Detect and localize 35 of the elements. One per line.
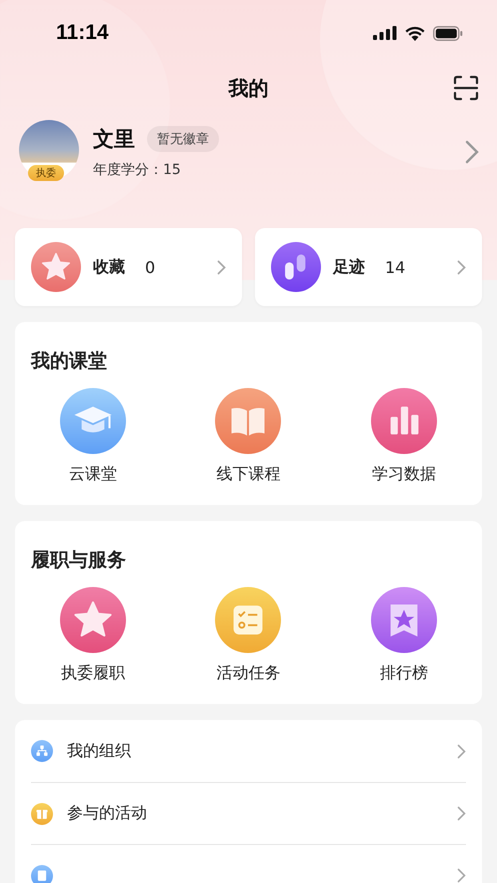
scan-button[interactable]: [453, 75, 479, 101]
feature-button[interactable]: 活动任务: [170, 587, 326, 684]
page-title: 我的: [228, 74, 268, 102]
chevron-right-icon: [457, 868, 466, 883]
gift-icon: [31, 802, 53, 824]
menu-item[interactable]: 参与的活动: [31, 782, 466, 844]
chevron-right-icon: [217, 260, 226, 274]
hierarchy-icon: [31, 740, 53, 762]
checklist-icon: [215, 587, 282, 653]
battery-icon: [433, 26, 463, 40]
chevron-right-icon: [457, 260, 466, 274]
chevron-right-icon[interactable]: [465, 140, 479, 164]
bar-chart-icon: [371, 388, 438, 454]
role-tag: 执委: [28, 165, 64, 181]
badge-label: 暂无徽章: [147, 126, 219, 152]
feature-button[interactable]: 执委履职: [15, 587, 171, 684]
quick-link-card[interactable]: 足迹 14: [255, 228, 482, 306]
feature-button[interactable]: 排行榜: [326, 587, 482, 684]
chevron-right-icon: [457, 744, 466, 758]
section-title: 我的课堂: [30, 349, 108, 374]
menu-item[interactable]: 我的组织: [31, 720, 466, 782]
feature-button[interactable]: 学习数据: [326, 388, 482, 485]
chevron-right-icon: [457, 806, 466, 821]
feature-button[interactable]: 线下课程: [170, 388, 326, 485]
book-icon: [215, 388, 282, 454]
footprints-icon: [271, 242, 321, 292]
section-title: 履职与服务: [30, 548, 127, 573]
signal-icon: [373, 26, 397, 40]
status-time: 11:14: [56, 21, 109, 45]
annual-credits: 年度学分：15: [93, 161, 182, 179]
feature-button[interactable]: 云课堂: [15, 388, 171, 485]
wifi-icon: [405, 26, 425, 40]
user-name: 文里: [93, 126, 135, 153]
graduation-cap-icon: [60, 388, 126, 454]
quick-link-card[interactable]: 收藏 0: [15, 228, 242, 306]
